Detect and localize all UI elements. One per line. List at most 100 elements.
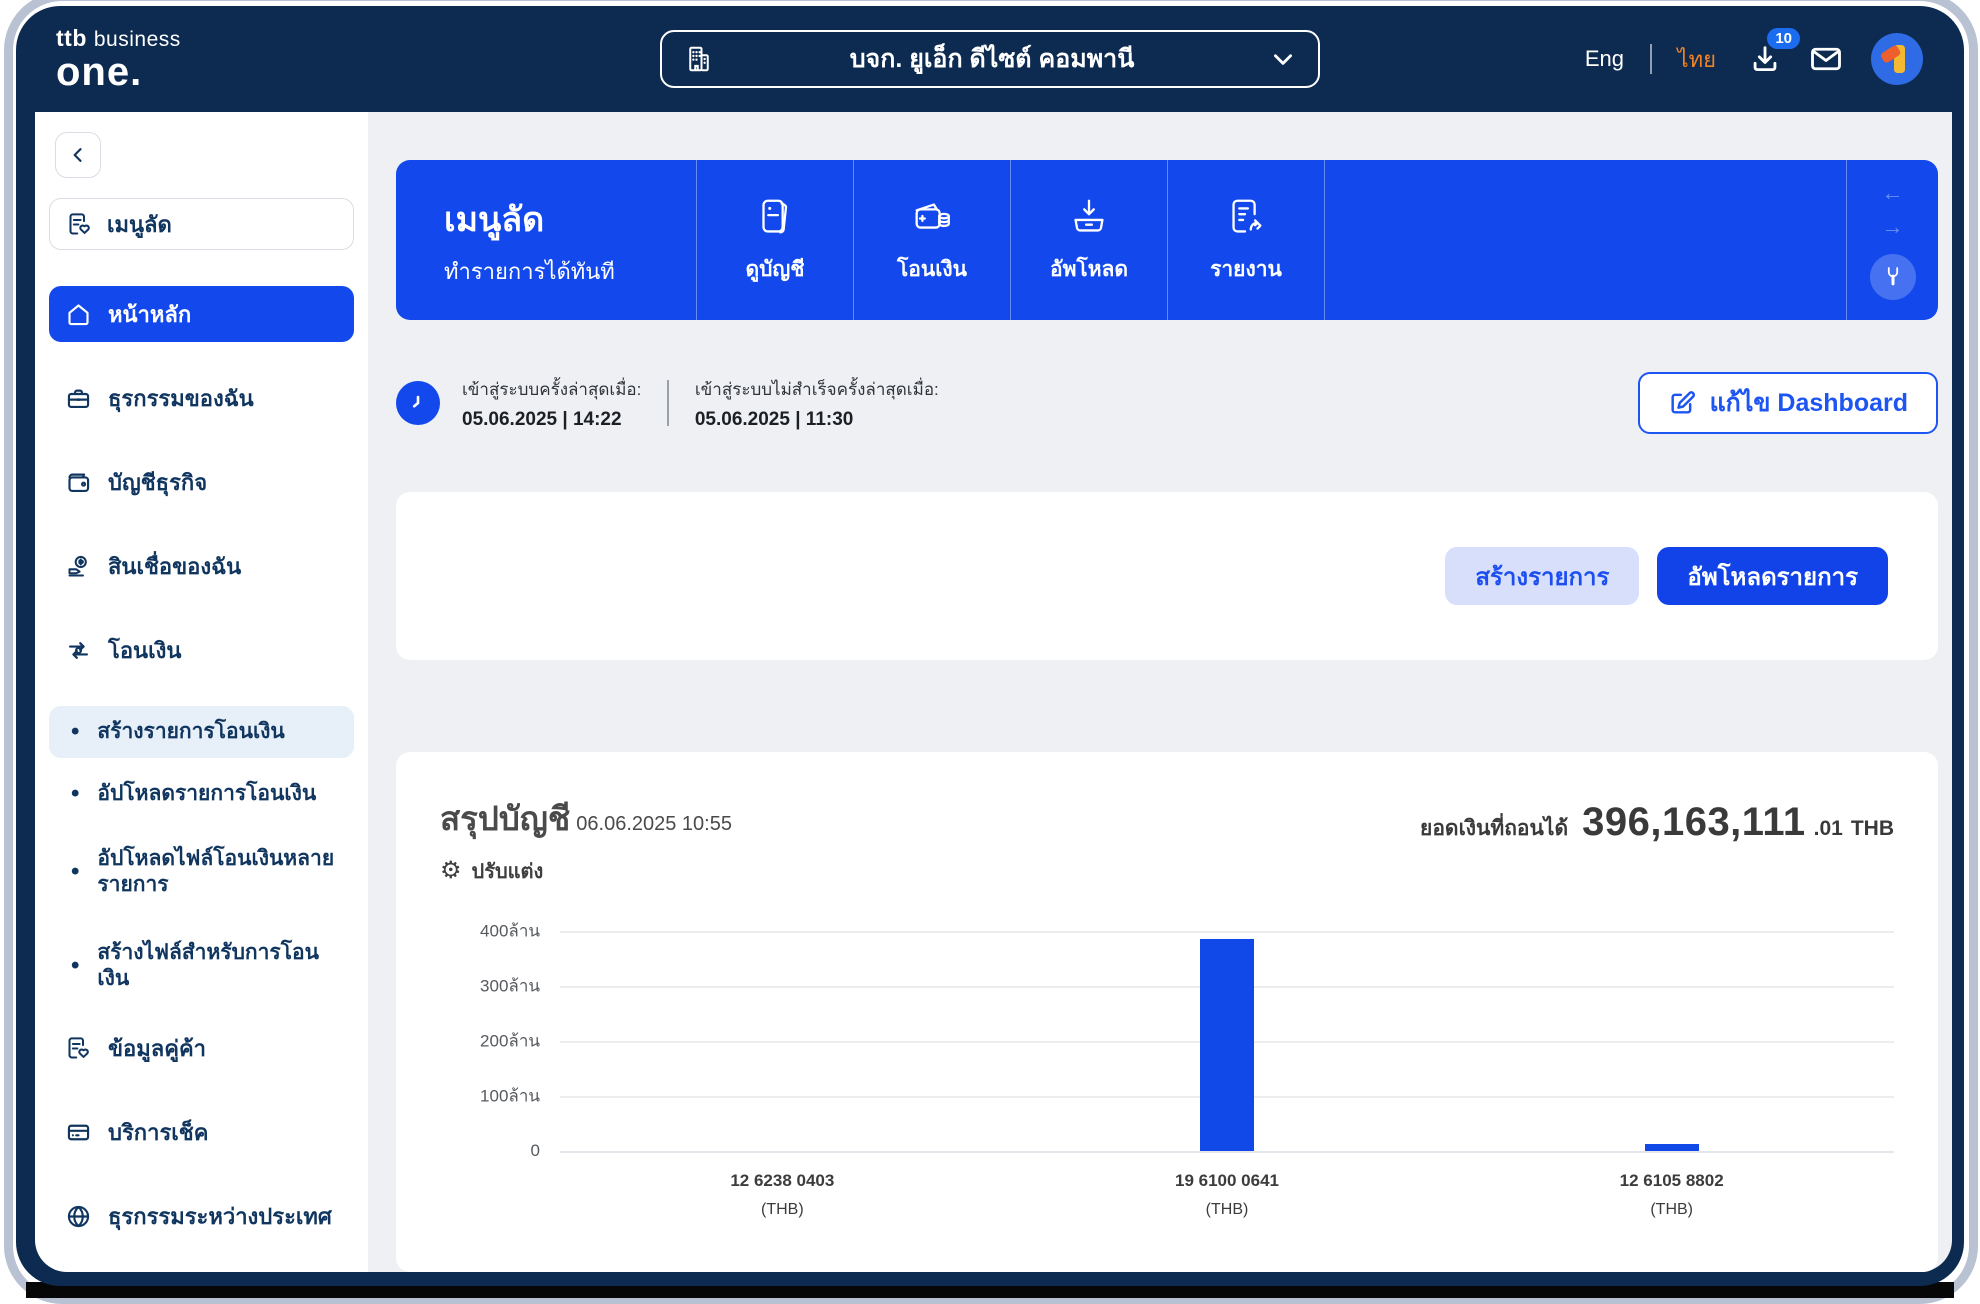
sidebar-item-label: สินเชื่อของฉัน	[108, 553, 242, 579]
edit-dashboard-label: แก้ไข Dashboard	[1709, 389, 1908, 417]
carousel-next-arrow[interactable]: →	[1882, 214, 1904, 240]
sidebar-subitem-upload-transfer[interactable]: • อัปโหลดรายการโอนเงิน	[49, 768, 354, 820]
report-doc-icon	[1232, 199, 1262, 233]
customize-quick-menu-button[interactable]	[1869, 254, 1916, 301]
balance-label: ยอดเงินที่ถอนได้	[1420, 817, 1569, 840]
account-number: 19 6100 0641	[1175, 1171, 1279, 1190]
wrench-icon	[1887, 267, 1898, 286]
quick-menu-title-block: เมนูลัด ทำรายการได้ทันที	[396, 160, 696, 320]
withdrawable-balance: ยอดเงินที่ถอนได้ 396,163,111 .01 THB	[1420, 800, 1894, 845]
sidebar-item-partners[interactable]: ข้อมูลคู่ค้า	[49, 1020, 354, 1076]
sidebar-item-label: ธุรกรรมของฉัน	[108, 385, 254, 411]
sidebar-item-label: หน้าหลัก	[108, 301, 192, 327]
passbook-icon	[762, 199, 788, 234]
account-number: 12 6105 8802	[1619, 1171, 1724, 1190]
sidebar-item-label: โอนเงิน	[108, 637, 182, 663]
sidebar-item-label: เมนูลัด	[107, 211, 172, 237]
y-axis-tick: 400ล้าน	[480, 921, 540, 941]
bar-account-2[interactable]	[1200, 939, 1254, 1151]
account-summary-card: สรุปบัญชี 06.06.2025 10:55 ⚙ ปรับแต่ง ยอ…	[396, 752, 1938, 1272]
avatar[interactable]	[1870, 32, 1924, 86]
transactions-actions-card: สร้างรายการ อัพโหลดรายการ	[396, 492, 1938, 660]
last-login-block: เข้าสู่ระบบครั้งล่าสุดเมื่อ: 05.06.2025 …	[462, 376, 641, 431]
mail-icon[interactable]	[1808, 41, 1844, 77]
sidebar-item-transfer[interactable]: โอนเงิน	[49, 622, 354, 678]
edit-dashboard-button[interactable]: แก้ไข Dashboard	[1637, 372, 1938, 434]
cheque-icon	[67, 1124, 90, 1140]
quick-menu-subtitle: ทำรายการได้ทันที	[444, 259, 615, 284]
sidebar-item-my-loans[interactable]: สินเชื่อของฉัน	[49, 538, 354, 594]
company-selector[interactable]: บจก. ยูเอ็ก ดีไซต์ คอมพานี	[660, 30, 1320, 88]
app-window: ttb business one. บจก. ยูเอ็ก ดีไซต์ คอมพ…	[16, 6, 1964, 1286]
sidebar-collapse-button[interactable]	[55, 132, 101, 178]
quick-action-transfer[interactable]: โอนเงิน	[853, 160, 1010, 320]
sidebar-subitem-upload-bulk-file[interactable]: • อัปโหลดไฟล์โอนเงินหลายรายการ	[49, 830, 354, 914]
sidebar-item-home[interactable]: หน้าหลัก	[49, 286, 354, 342]
sidebar-subitem-create-transfer[interactable]: • สร้างรายการโอนเงิน	[49, 706, 354, 758]
chevron-down-icon	[1274, 54, 1292, 65]
sidebar-item-label: ธุรกรรมระหว่างประเทศ	[108, 1203, 332, 1229]
sidebar-subitem-label: อัปโหลดรายการโอนเงิน	[97, 781, 317, 805]
clock-icon	[396, 381, 440, 425]
bar-column	[560, 931, 1005, 1151]
quick-menu-rail: ← →	[1846, 160, 1938, 320]
account-balance-bar-chart: 400ล้าน 300ล้าน 200ล้าน 100ล้าน 0	[440, 922, 1894, 1160]
quick-action-label: ดูบัญชี	[745, 257, 805, 281]
lang-thai[interactable]: ไทย	[1678, 42, 1716, 77]
bullet-icon: •	[71, 952, 80, 979]
bars-area	[560, 931, 1894, 1151]
bar-account-3[interactable]	[1644, 1144, 1699, 1151]
bar-column	[1449, 931, 1894, 1151]
summary-title: สรุปบัญชี	[440, 800, 571, 837]
building-icon	[689, 46, 709, 72]
download-count-badge: 10	[1767, 28, 1800, 49]
x-axis-label: 12 6238 0403 (THB)	[560, 1171, 1005, 1219]
sidebar-subitem-label: อัปโหลดไฟล์โอนเงินหลายรายการ	[97, 846, 335, 896]
y-axis-tick: 300ล้าน	[480, 976, 540, 996]
gear-icon: ⚙	[440, 857, 462, 884]
x-axis-label: 12 6105 8802 (THB)	[1449, 1171, 1894, 1219]
x-axis-label: 19 6100 0641 (THB)	[1005, 1171, 1450, 1219]
downloads-button[interactable]: 10	[1748, 28, 1800, 76]
edit-pencil-icon	[1671, 391, 1695, 414]
shortcut-menu-icon	[69, 212, 90, 235]
sidebar: เมนูลัด หน้าหลัก ธุรกรรมของฉัน บัญชีธุรก…	[35, 112, 368, 1272]
sidebar-item-my-transactions[interactable]: ธุรกรรมของฉัน	[49, 370, 354, 426]
failed-login-label: เข้าสู่ระบบไม่สำเร็จครั้งล่าสุดเมื่อ:	[694, 379, 939, 399]
home-icon	[68, 303, 89, 325]
lang-eng[interactable]: Eng	[1585, 46, 1624, 72]
sidebar-item-shortcut-menu[interactable]: เมนูลัด	[49, 198, 354, 250]
sidebar-item-business-accounts[interactable]: บัญชีธุรกิจ	[49, 454, 354, 510]
failed-login-block: เข้าสู่ระบบไม่สำเร็จครั้งล่าสุดเมื่อ: 05…	[695, 376, 939, 431]
balance-amount: 396,163,111	[1582, 800, 1806, 844]
main-content: เมนูลัด ทำรายการได้ทันที ดูบัญชี โอนเงิน…	[368, 112, 1952, 1272]
transfer-icon	[68, 641, 89, 659]
quick-menu-title: เมนูลัด	[444, 201, 545, 239]
quick-action-view-accounts[interactable]: ดูบัญชี	[696, 160, 853, 320]
create-transaction-button[interactable]: สร้างรายการ	[1445, 547, 1640, 605]
quick-action-upload[interactable]: อัพโหลด	[1010, 160, 1167, 320]
quick-action-reports[interactable]: รายงาน	[1167, 160, 1324, 320]
summary-header: สรุปบัญชี 06.06.2025 10:55 ⚙ ปรับแต่ง ยอ…	[440, 792, 1894, 887]
quick-menu-banner: เมนูลัด ทำรายการได้ทันที ดูบัญชี โอนเงิน…	[396, 160, 1938, 320]
carousel-prev-arrow[interactable]: ←	[1882, 180, 1904, 206]
x-axis-labels: 12 6238 0403 (THB) 19 6100 0641 (THB) 12…	[560, 1171, 1894, 1219]
sidebar-item-cheque-service[interactable]: บริการเช็ค	[49, 1104, 354, 1160]
summary-header-left: สรุปบัญชี 06.06.2025 10:55 ⚙ ปรับแต่ง	[440, 792, 732, 887]
quick-action-label: รายงาน	[1210, 257, 1282, 281]
login-divider	[667, 380, 669, 426]
account-number: 12 6238 0403	[730, 1171, 835, 1190]
customize-button[interactable]: ⚙ ปรับแต่ง	[440, 855, 732, 887]
quick-action-empty-slot	[1324, 160, 1846, 320]
sidebar-item-label: บัญชีธุรกิจ	[108, 469, 208, 495]
sidebar-item-international[interactable]: ธุรกรรมระหว่างประเทศ	[49, 1188, 354, 1244]
company-selector-label: บจก. ยูเอ็ก ดีไซต์ คอมพานี	[849, 45, 1135, 73]
upload-transaction-button[interactable]: อัพโหลดรายการ	[1657, 547, 1888, 605]
logo-product: one.	[56, 49, 143, 94]
last-login-value: 05.06.2025 | 14:22	[462, 408, 622, 430]
body-row: เมนูลัด หน้าหลัก ธุรกรรมของฉัน บัญชีธุรก…	[16, 112, 1964, 1272]
gridline-zero	[560, 1151, 1894, 1153]
ttb-business-one-logo: ttb business one.	[56, 26, 181, 94]
partner-doc-heart-icon	[68, 1036, 89, 1059]
sidebar-subitem-create-transfer-file[interactable]: • สร้างไฟล์สำหรับการโอนเงิน	[49, 924, 354, 1008]
